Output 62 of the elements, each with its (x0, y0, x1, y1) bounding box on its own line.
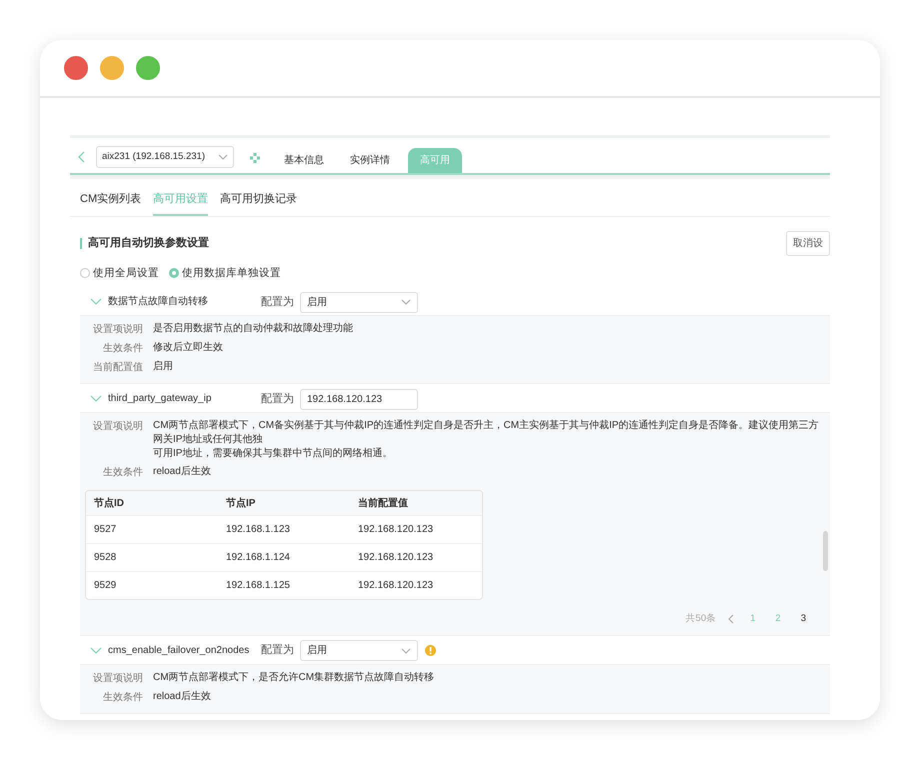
detail-value: 可用IP地址，需要确保其与集群中节点间的网络相通。 (153, 447, 394, 462)
param-name: cms_enable_failover_on2nodes (108, 644, 250, 658)
param-name: third_party_gateway_ip (108, 392, 212, 406)
cancel-button[interactable]: 取消设 (786, 230, 830, 256)
caret-icon (401, 298, 411, 306)
detail-value: CM两节点部署模式下，是否允许CM集群数据节点故障自动转移 (153, 670, 436, 684)
section-title: 高可用自动切换参数设置 (80, 238, 209, 248)
instance-tab[interactable]: 基本信息 (276, 148, 332, 173)
radio-label[interactable]: 使用数据库单独设置 (182, 266, 281, 282)
table-cell-text: 192.168.1.125 (225, 579, 291, 594)
diamond-icon[interactable] (250, 153, 260, 163)
caret-icon (401, 646, 411, 654)
column-header: 节点ID (93, 496, 125, 511)
window-control-button[interactable] (136, 56, 160, 80)
radio-label[interactable]: 使用全局设置 (93, 266, 159, 282)
value-input[interactable]: 192.168.120.123 (300, 388, 418, 410)
detail-value: 是否启用数据节点的自动仲裁和故障处理功能 (153, 322, 354, 336)
chevron-down-icon[interactable] (90, 298, 102, 306)
detail-value: reload后生效 (153, 465, 212, 480)
total-count: 共50条 (686, 612, 716, 626)
detail-label: 设置项说明 (92, 420, 143, 434)
page-button[interactable]: 3 (796, 612, 810, 626)
radio-button[interactable] (80, 268, 90, 278)
column-header: 节点IP (225, 496, 256, 511)
back-icon[interactable] (78, 151, 86, 163)
detail-value: reload后生效 (153, 690, 212, 704)
detail-label: 生效条件 (102, 690, 143, 704)
param-name: 数据节点故障自动转移 (108, 295, 209, 310)
column-header: 当前配置值 (357, 496, 409, 511)
config-label: 配置为 (261, 643, 294, 658)
config-label: 配置为 (261, 295, 294, 310)
instance-tab[interactable]: 实例详情 (342, 148, 398, 173)
table-cell-text: 192.168.120.123 (357, 551, 434, 566)
value-select[interactable]: 启用 (300, 640, 418, 661)
prev-page-icon[interactable] (728, 614, 734, 624)
table-cell-text: 192.168.120.123 (357, 523, 434, 538)
window-control-button[interactable] (100, 56, 124, 80)
value-select[interactable]: 启用 (300, 292, 418, 313)
table-cell-text: 9527 (93, 523, 118, 538)
table-cell-text: 192.168.1.124 (225, 551, 291, 566)
detail-label: 设置项说明 (92, 672, 143, 686)
detail-label: 当前配置值 (92, 360, 143, 376)
scrollbar[interactable] (823, 531, 828, 572)
detail-label: 生效条件 (102, 466, 143, 480)
instance-select[interactable]: aix231 (192.168.15.231) (96, 146, 234, 168)
table-cell-text: 9529 (93, 579, 118, 594)
config-label: 配置为 (261, 392, 294, 407)
table-cell-text: 192.168.1.123 (225, 523, 291, 538)
detail-label: 生效条件 (102, 342, 143, 356)
caret-icon (218, 153, 228, 161)
detail-value: 修改后立即生效 (153, 341, 224, 356)
detail-label: 设置项说明 (92, 322, 143, 338)
detail-value: CM两节点部署模式下，CM备实例基于其与仲裁IP的连通性判定自身是否升主，CM主实例基于其与仲裁IP的连通性判定自身是否降备。建议使用第三方网关IP地址或任何其他独 (153, 419, 820, 448)
subtab[interactable]: CM实例列表 (80, 191, 142, 216)
radio-button[interactable] (169, 268, 179, 278)
detail-value: 启用 (153, 360, 174, 374)
chevron-down-icon[interactable] (90, 395, 102, 404)
window-control-button[interactable] (64, 56, 88, 80)
table-cell-text: 9528 (93, 551, 118, 566)
chevron-down-icon[interactable] (90, 646, 102, 654)
table-cell-text: 192.168.120.123 (357, 579, 434, 594)
subtab[interactable]: 高可用切换记录 (220, 191, 298, 216)
